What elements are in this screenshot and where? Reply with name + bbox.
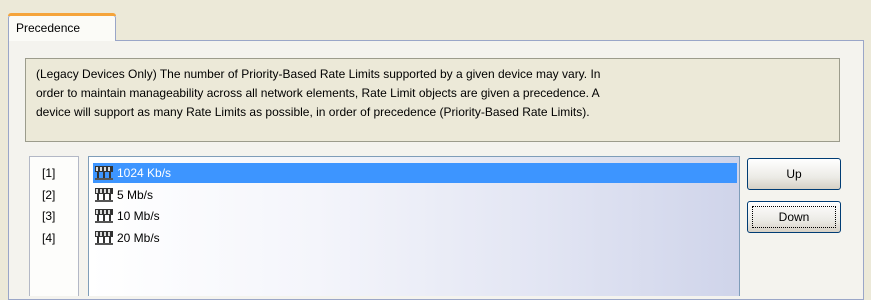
focus-ring — [752, 206, 836, 228]
description-box: (Legacy Devices Only) The number of Prio… — [25, 58, 840, 142]
precedence-index: [3] — [42, 209, 56, 223]
rate-limit-list[interactable]: 1024 Kb/s 5 Mb/s 10 Mb/s 20 Mb/s — [88, 156, 740, 296]
rate-limit-icon — [95, 209, 113, 223]
description-line: (Legacy Devices Only) The number of Prio… — [36, 67, 601, 81]
list-item[interactable]: 1024 Kb/s — [93, 163, 737, 183]
tab-label: Precedence — [16, 21, 81, 35]
list-item[interactable]: 20 Mb/s — [93, 228, 737, 248]
rate-limit-label: 10 Mb/s — [117, 209, 160, 223]
rate-limit-icon — [95, 166, 113, 180]
precedence-index: [1] — [42, 166, 56, 180]
tab-accent — [8, 13, 116, 16]
rate-limit-label: 5 Mb/s — [117, 188, 154, 202]
tab-precedence[interactable]: Precedence — [8, 15, 116, 41]
precedence-index-column: [1] [2] [3] [4] — [29, 156, 79, 296]
rate-limit-label: 20 Mb/s — [117, 231, 160, 245]
rate-limit-label: 1024 Kb/s — [117, 166, 172, 180]
rate-limit-icon — [95, 231, 113, 245]
list-item[interactable]: 5 Mb/s — [93, 185, 737, 205]
down-button[interactable]: Down — [747, 201, 841, 233]
up-button[interactable]: Up — [747, 158, 841, 190]
description-line: device will support as many Rate Limits … — [36, 105, 590, 119]
precedence-index: [4] — [42, 231, 56, 245]
rate-limit-icon — [95, 188, 113, 202]
precedence-index: [2] — [42, 188, 56, 202]
description-line: order to maintain manageability across a… — [36, 86, 600, 100]
list-item[interactable]: 10 Mb/s — [93, 206, 737, 226]
